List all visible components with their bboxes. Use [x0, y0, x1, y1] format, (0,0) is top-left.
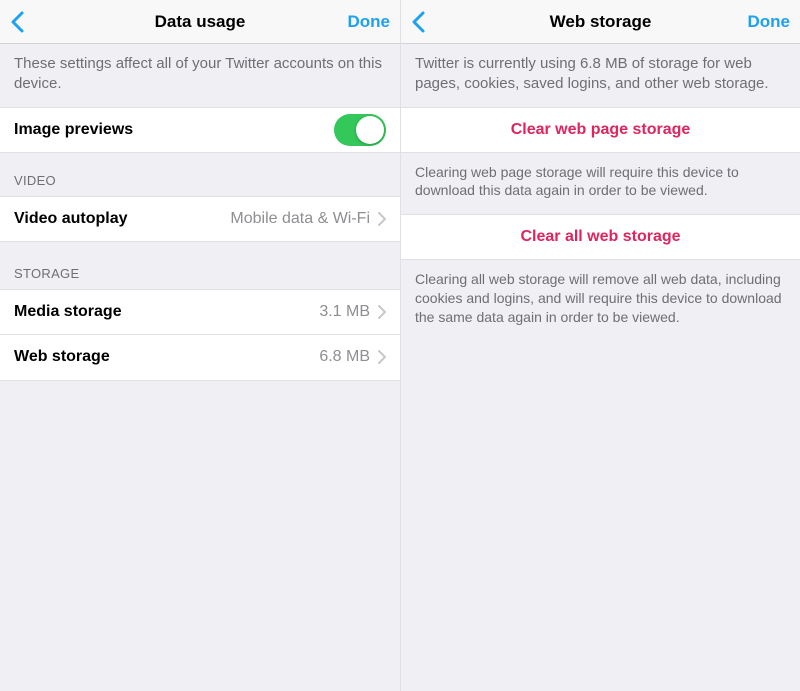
clear-web-page-storage-label: Clear web page storage — [511, 121, 691, 139]
clear-web-page-storage-button[interactable]: Clear web page storage — [401, 107, 800, 153]
pane-data-usage: Data usage Done These settings affect al… — [0, 0, 400, 691]
video-autoplay-value: Mobile data & Wi-Fi — [230, 210, 370, 228]
web-storage-label: Web storage — [14, 348, 110, 366]
back-icon[interactable] — [10, 11, 24, 33]
video-autoplay-label: Video autoplay — [14, 210, 128, 228]
cell-image-previews[interactable]: Image previews — [0, 107, 400, 153]
toggle-knob — [356, 116, 384, 144]
chevron-right-icon — [378, 212, 386, 226]
chevron-right-icon — [378, 350, 386, 364]
clear-all-web-note: Clearing all web storage will remove all… — [401, 260, 800, 341]
navbar-left: Data usage Done — [0, 0, 400, 44]
navbar-right: Web storage Done — [401, 0, 800, 44]
clear-all-web-storage-button[interactable]: Clear all web storage — [401, 214, 800, 260]
pane-web-storage: Web storage Done Twitter is currently us… — [400, 0, 800, 691]
image-previews-toggle[interactable] — [334, 114, 386, 146]
page-title: Data usage — [70, 12, 330, 32]
description-text: Twitter is currently using 6.8 MB of sto… — [401, 44, 800, 107]
cell-media-storage[interactable]: Media storage 3.1 MB — [0, 289, 400, 335]
media-storage-value: 3.1 MB — [319, 303, 370, 321]
done-button[interactable]: Done — [348, 12, 391, 31]
storage-group: Media storage 3.1 MB Web storage 6.8 MB — [0, 289, 400, 381]
back-icon[interactable] — [411, 11, 425, 33]
section-header-video: VIDEO — [0, 153, 400, 196]
chevron-right-icon — [378, 305, 386, 319]
web-storage-value: 6.8 MB — [319, 348, 370, 366]
page-title: Web storage — [471, 12, 730, 32]
done-button[interactable]: Done — [748, 12, 791, 31]
clear-web-page-note: Clearing web page storage will require t… — [401, 153, 800, 215]
cell-web-storage[interactable]: Web storage 6.8 MB — [0, 335, 400, 381]
cell-video-autoplay[interactable]: Video autoplay Mobile data & Wi-Fi — [0, 196, 400, 242]
image-previews-label: Image previews — [14, 121, 133, 139]
section-header-storage: STORAGE — [0, 242, 400, 289]
media-storage-label: Media storage — [14, 303, 122, 321]
clear-all-web-storage-label: Clear all web storage — [520, 228, 680, 246]
description-text: These settings affect all of your Twitte… — [0, 44, 400, 107]
